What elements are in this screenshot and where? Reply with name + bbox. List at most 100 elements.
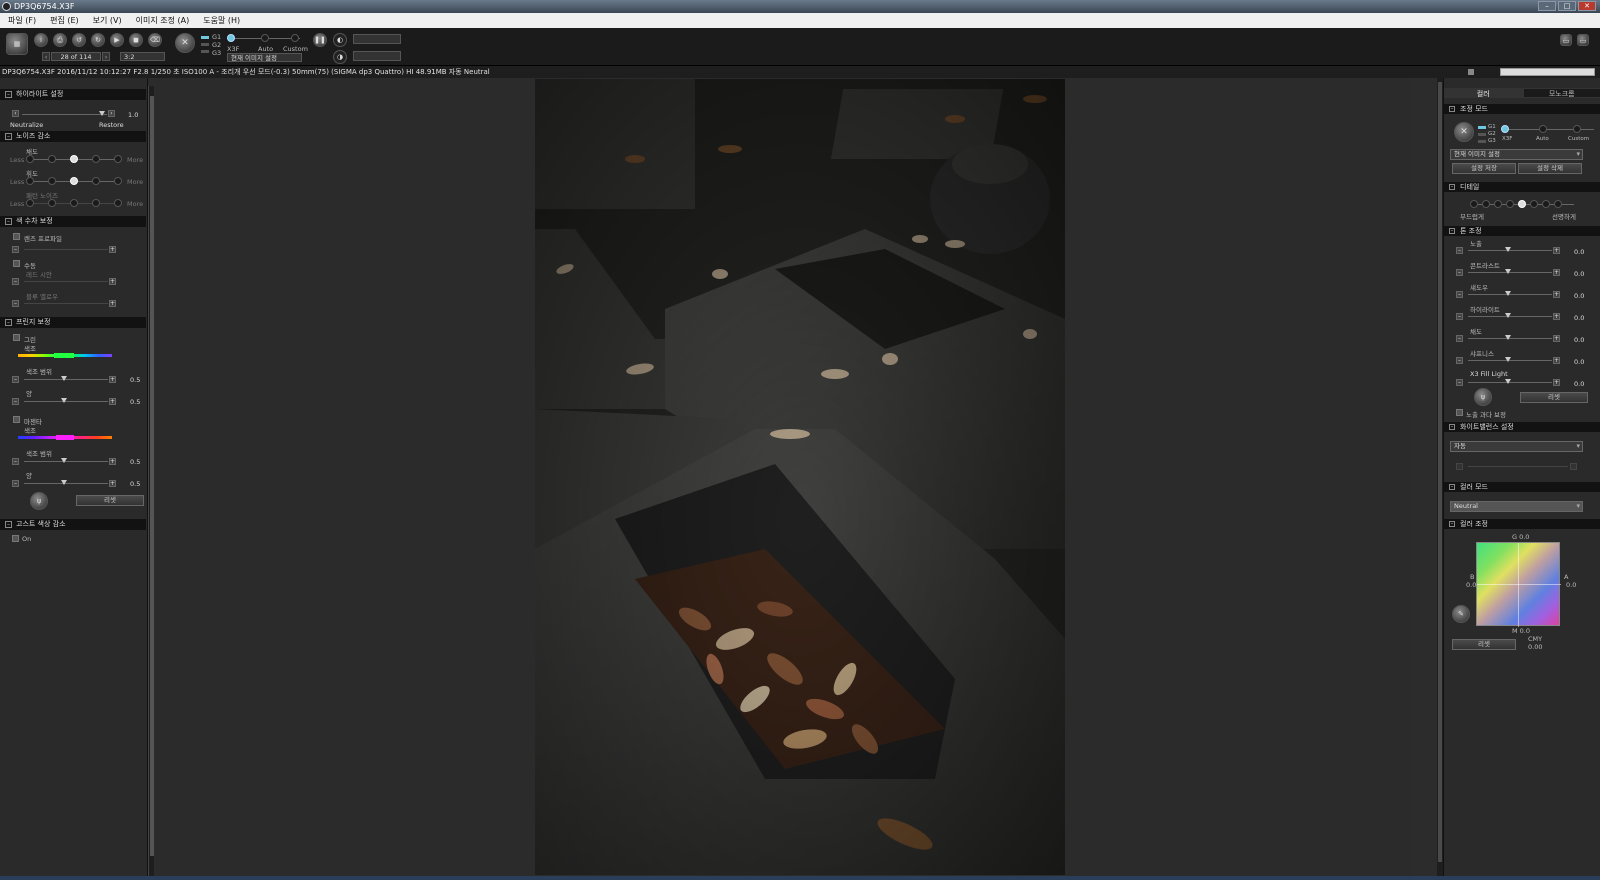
ratio-select[interactable]: 3:2	[120, 52, 165, 61]
green-hue-range[interactable]	[54, 353, 74, 358]
pause-icon[interactable]: ❚❚	[313, 33, 327, 47]
mode-auto-stop[interactable]	[261, 34, 269, 42]
exposure-plus[interactable]: +	[1553, 247, 1560, 254]
detail-stop-4[interactable]	[1506, 200, 1514, 208]
tone-reset-button[interactable]: 리셋	[1520, 392, 1588, 403]
lens-profile-checkbox[interactable]	[13, 233, 20, 240]
luma-stop-5[interactable]	[114, 177, 122, 185]
green-checkbox[interactable]	[13, 334, 20, 341]
right-mode-knob[interactable]	[1501, 125, 1509, 133]
chroma-stop-5[interactable]	[114, 155, 122, 163]
chroma-stop-3[interactable]	[70, 155, 78, 163]
collapse-icon[interactable]: –	[1449, 521, 1455, 527]
photo-preview[interactable]	[535, 79, 1065, 875]
compare-icon[interactable]: ▭	[1577, 34, 1589, 46]
color-mode-select[interactable]: Neutral	[1450, 501, 1583, 512]
sharpness-plus[interactable]: +	[1553, 357, 1560, 364]
shadow-minus[interactable]: –	[1456, 291, 1463, 298]
highlight-section-header[interactable]: – 하이라이트 설정	[0, 89, 146, 100]
menu-view[interactable]: 보기 (V)	[93, 13, 122, 28]
detail-stop-3[interactable]	[1494, 200, 1502, 208]
detail-stop-6[interactable]	[1530, 200, 1538, 208]
magenta-amount-minus[interactable]: –	[12, 480, 19, 487]
contrast-handle[interactable]	[1505, 269, 1511, 274]
chroma-stop-2[interactable]	[48, 155, 56, 163]
close-button[interactable]: ✕	[1578, 1, 1596, 11]
maximize-button[interactable]: □	[1558, 1, 1576, 11]
magenta-range-plus[interactable]: +	[109, 458, 116, 465]
left-scrollbar[interactable]	[148, 86, 154, 876]
highlight-slider-handle[interactable]	[99, 111, 105, 116]
minimize-button[interactable]: –	[1538, 1, 1556, 11]
green-amount-plus[interactable]: +	[109, 398, 116, 405]
blue-yellow-minus[interactable]: –	[12, 300, 19, 307]
fill-light-handle[interactable]	[1505, 379, 1511, 384]
detail-stop-8[interactable]	[1554, 200, 1562, 208]
right-mode-custom-stop[interactable]	[1573, 125, 1581, 133]
tab-color[interactable]: 컬러	[1444, 88, 1523, 98]
detail-stop-1[interactable]	[1470, 200, 1478, 208]
rotate-right-icon[interactable]: ↻	[91, 33, 105, 47]
grid-view-icon[interactable]: ▦	[6, 33, 28, 55]
detail-header[interactable]: – 디테일	[1444, 182, 1600, 192]
tab-monochrome[interactable]: 모노크롬	[1522, 88, 1600, 98]
menu-file[interactable]: 파일 (F)	[8, 13, 36, 28]
contrast-minus[interactable]: –	[1456, 269, 1463, 276]
collapse-icon[interactable]: –	[5, 218, 12, 225]
color-mode-header[interactable]: – 컬러 모드	[1444, 482, 1600, 492]
luma-stop-4[interactable]	[92, 177, 100, 185]
detail-stop-5[interactable]	[1518, 200, 1526, 208]
shadow-plus[interactable]: +	[1553, 291, 1560, 298]
collapse-icon[interactable]: –	[5, 133, 12, 140]
menu-help[interactable]: 도움말 (H)	[203, 13, 240, 28]
tone-highlight-minus[interactable]: –	[1456, 313, 1463, 320]
adjust-mode-header[interactable]: – 조정 모드	[1444, 104, 1600, 114]
mode-custom-stop[interactable]	[291, 34, 299, 42]
detail-stop-7[interactable]	[1542, 200, 1550, 208]
save-icon[interactable]: ◼	[129, 33, 143, 47]
collapse-icon[interactable]: –	[1449, 228, 1455, 234]
collapse-icon[interactable]: –	[1449, 484, 1455, 490]
green-amount-handle[interactable]	[61, 398, 67, 403]
tone-highlight-handle[interactable]	[1505, 313, 1511, 318]
luma-stop-2[interactable]	[48, 177, 56, 185]
right-scroll-thumb[interactable]	[1438, 82, 1442, 862]
exposure-warning-checkbox[interactable]	[1456, 409, 1463, 416]
mode-slider-knob[interactable]	[227, 34, 235, 42]
collapse-icon[interactable]: –	[5, 521, 12, 528]
collapse-icon[interactable]: –	[5, 319, 12, 326]
luma-stop-1[interactable]	[26, 177, 34, 185]
contrast-plus[interactable]: +	[1553, 269, 1560, 276]
saturation-handle[interactable]	[1505, 335, 1511, 340]
white-balance-header[interactable]: – 화이트밸런스 설정	[1444, 422, 1600, 432]
sigma-mode-icon[interactable]: ✕	[175, 33, 195, 53]
wb-icon[interactable]: ◐	[333, 33, 347, 47]
collapse-icon[interactable]: –	[1449, 424, 1455, 430]
magenta-hue-range[interactable]	[56, 435, 74, 440]
green-range-plus[interactable]: +	[109, 376, 116, 383]
collapse-icon[interactable]: –	[1449, 184, 1455, 190]
red-cyan-minus[interactable]: –	[12, 278, 19, 285]
luma-stop-3[interactable]	[70, 177, 78, 185]
prev-image-button[interactable]: ‹	[42, 52, 50, 61]
saturation-plus[interactable]: +	[1553, 335, 1560, 342]
magenta-checkbox[interactable]	[13, 416, 20, 423]
print-icon[interactable]: ⎙	[53, 33, 67, 47]
right-mode-auto-stop[interactable]	[1539, 125, 1547, 133]
highlight-minus-button[interactable]: ‹	[12, 110, 19, 117]
fill-light-minus[interactable]: –	[1456, 379, 1463, 386]
rotate-left-icon[interactable]: ↺	[72, 33, 86, 47]
preset-select[interactable]: 현재 이미지 설정	[227, 53, 302, 62]
tone-highlight-plus[interactable]: +	[1553, 313, 1560, 320]
detail-stop-2[interactable]	[1482, 200, 1490, 208]
exposure-handle[interactable]	[1505, 247, 1511, 252]
saturation-minus[interactable]: –	[1456, 335, 1463, 342]
fringe-section-header[interactable]: – 프린지 보정	[0, 317, 146, 328]
trash-icon[interactable]: ⌫	[148, 33, 162, 47]
blue-yellow-plus[interactable]: +	[109, 300, 116, 307]
left-scroll-thumb[interactable]	[150, 96, 154, 856]
magenta-amount-handle[interactable]	[61, 480, 67, 485]
exposure-minus[interactable]: –	[1456, 247, 1463, 254]
shadow-handle[interactable]	[1505, 291, 1511, 296]
aberration-plus-1[interactable]: +	[109, 246, 116, 253]
